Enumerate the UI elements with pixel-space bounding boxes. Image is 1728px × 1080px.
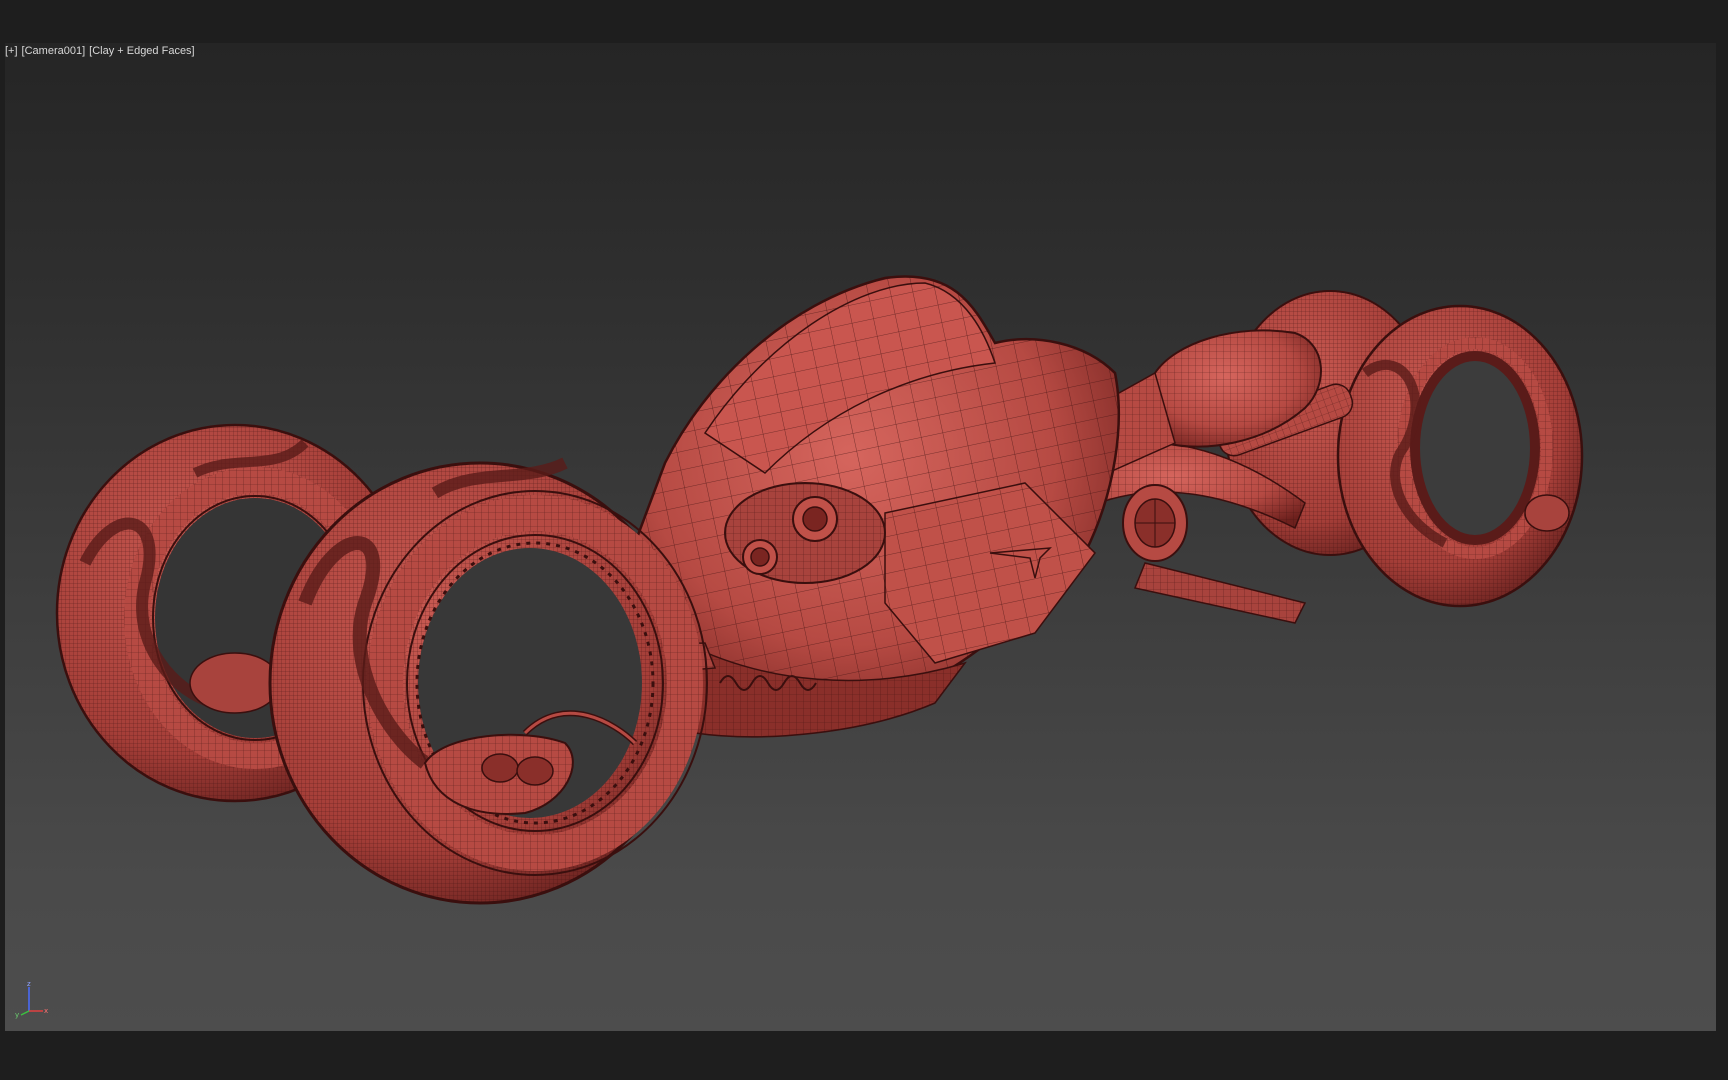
viewport-camera-menu[interactable]: [Camera001]: [22, 45, 86, 57]
axis-x-label: x: [44, 1007, 48, 1015]
viewport-plus-menu[interactable]: [+]: [5, 45, 18, 57]
axis-tripod-icon: z x y: [15, 980, 48, 1019]
axis-z-label: z: [27, 980, 31, 988]
viewport-label-bar: [+] [Camera001] [Clay + Edged Faces]: [5, 45, 199, 57]
camera-viewport[interactable]: [+] [Camera001] [Clay + Edged Faces] z x y: [5, 43, 1716, 1031]
viewport-shading-menu[interactable]: [Clay + Edged Faces]: [89, 45, 194, 57]
axis-y-label: y: [15, 1011, 19, 1019]
rear-wheel-near: [1336, 304, 1584, 608]
vehicle-model-render[interactable]: [5, 43, 1716, 1031]
3d-app-window: [+] [Camera001] [Clay + Edged Faces] z x y: [0, 0, 1728, 1080]
